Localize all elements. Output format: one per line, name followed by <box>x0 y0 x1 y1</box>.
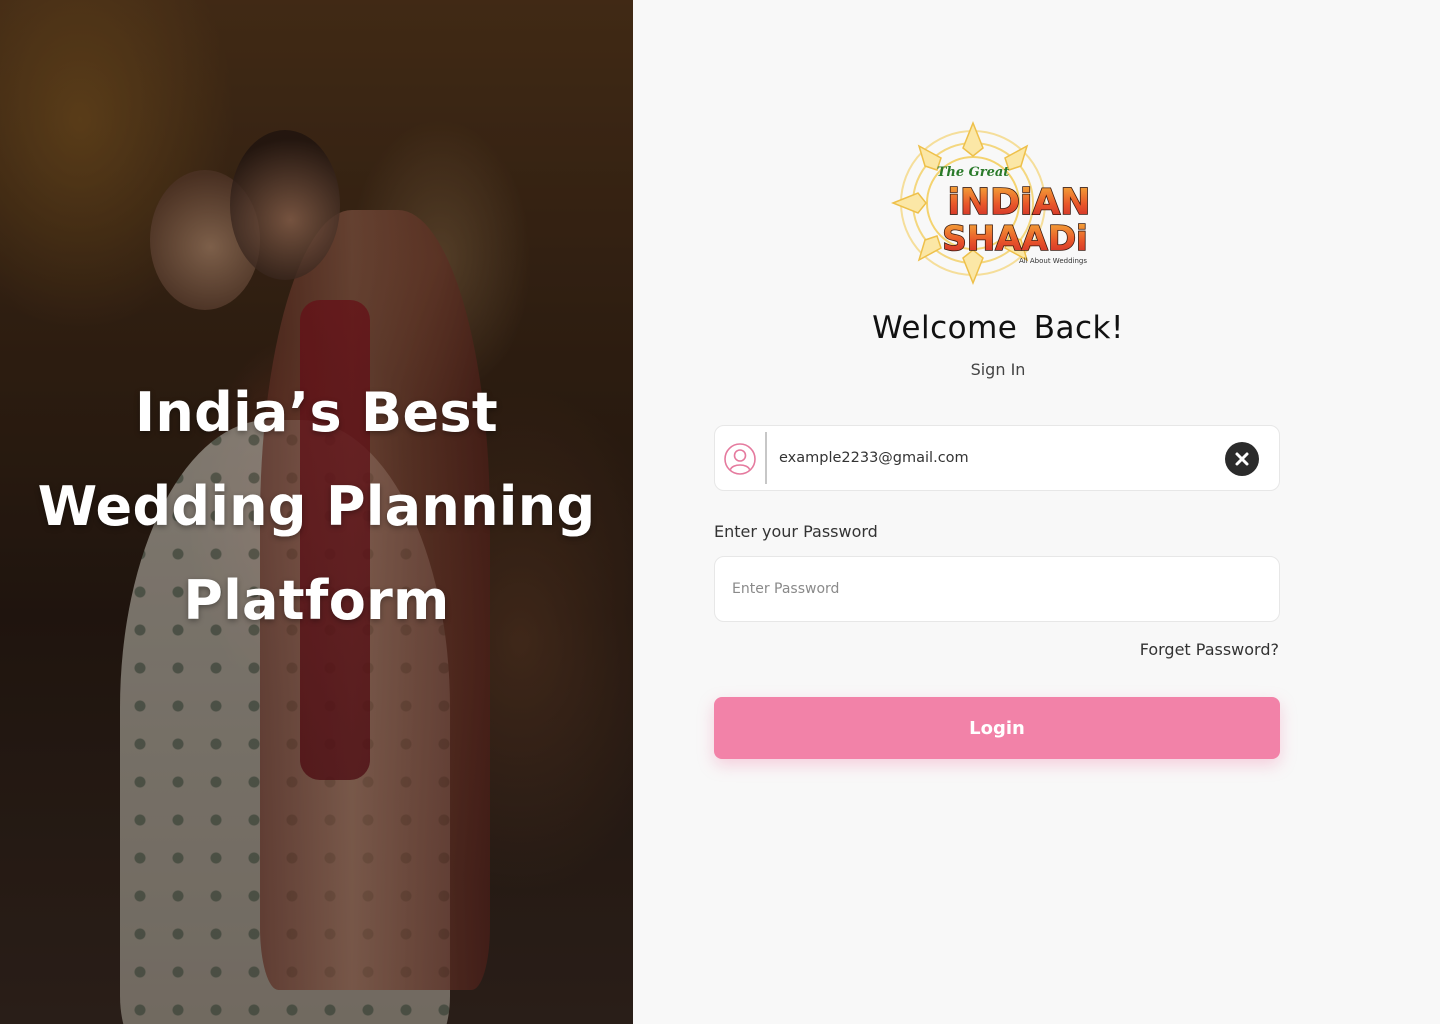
logo-tagline: All About Weddings <box>1019 257 1087 265</box>
forget-password-link[interactable]: Forget Password? <box>1073 640 1279 659</box>
email-input[interactable] <box>779 444 1199 472</box>
sign-in-subtitle: Sign In <box>970 360 1026 379</box>
brand-logo: The Great iNDiAN SHAADi All About Weddin… <box>891 120 1091 286</box>
hero-title: India’s Best Wedding Planning Platform <box>0 366 633 648</box>
hero-title-line-3: Platform <box>183 569 450 632</box>
password-field[interactable] <box>714 556 1280 622</box>
email-field-divider <box>765 432 767 484</box>
hero-title-line-1: India’s Best <box>135 381 498 444</box>
clear-email-button[interactable] <box>1225 442 1259 476</box>
close-icon <box>1235 452 1249 466</box>
logo-word-2: SHAADi <box>942 219 1087 259</box>
login-button[interactable]: Login <box>714 697 1280 759</box>
logo-top-text: The Great <box>937 165 1010 180</box>
login-panel: The Great iNDiAN SHAADi All About Weddin… <box>633 0 1440 1024</box>
welcome-heading: Welcome Back! <box>872 310 1124 346</box>
email-field[interactable] <box>714 425 1280 491</box>
hero-panel: India’s Best Wedding Planning Platform <box>0 0 633 1024</box>
password-label: Enter your Password <box>714 522 878 541</box>
password-input[interactable] <box>732 575 1252 603</box>
user-circle-icon <box>724 443 756 475</box>
logo-word-1: iNDiAN <box>948 182 1091 223</box>
hero-title-line-2: Wedding Planning <box>37 475 596 538</box>
